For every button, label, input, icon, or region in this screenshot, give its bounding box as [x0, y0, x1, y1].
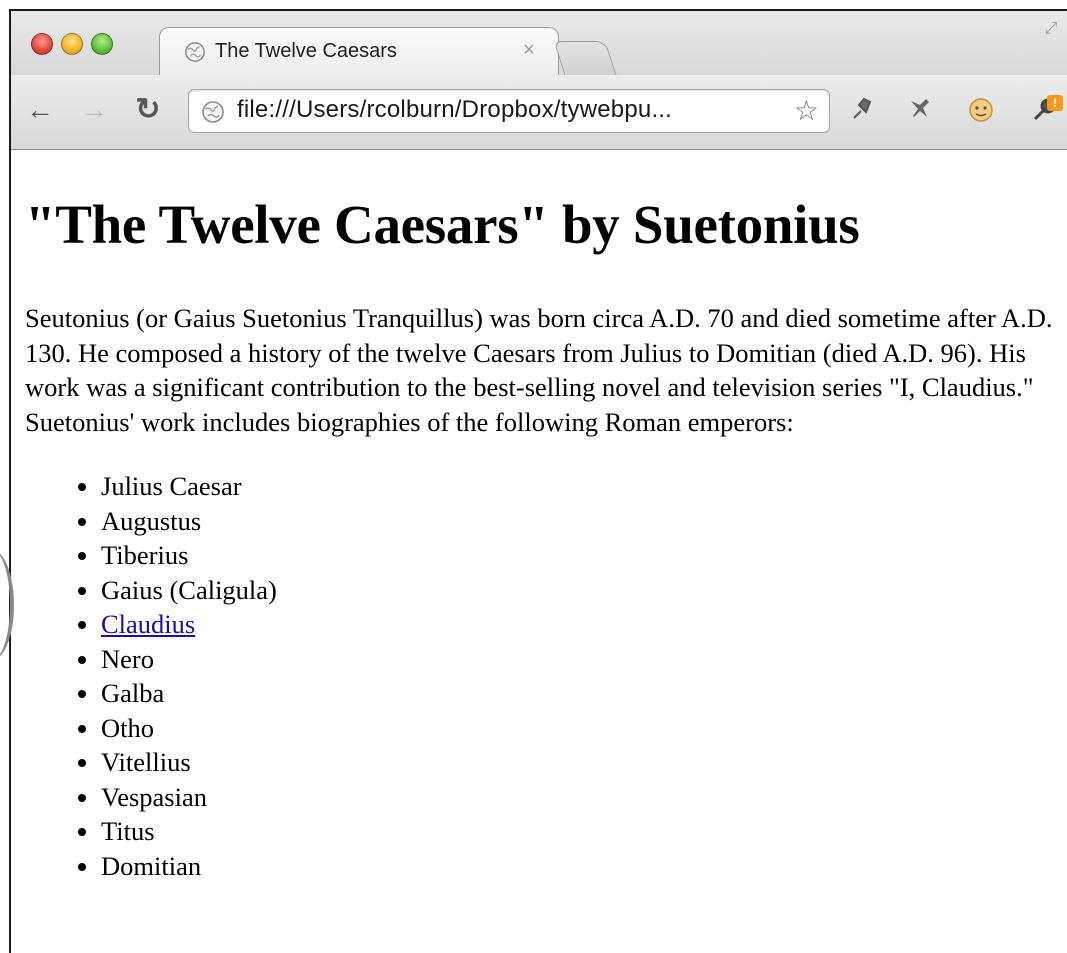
list-item: Titus — [101, 814, 1067, 849]
list-item: Claudius — [101, 607, 1067, 642]
emperor-name: Julius Caesar — [101, 471, 242, 501]
browser-tab[interactable]: The Twelve Caesars × — [159, 27, 559, 75]
emperor-list: Julius Caesar Augustus Tiberius Gaius (C… — [25, 469, 1067, 883]
emperor-name: Titus — [101, 816, 155, 846]
close-window-button[interactable] — [31, 33, 53, 55]
list-item: Tiberius — [101, 538, 1067, 573]
emperor-name: Domitian — [101, 850, 202, 881]
list-item: Galba — [101, 676, 1067, 711]
list-item: Nero — [101, 642, 1067, 677]
emperor-name: Nero — [101, 643, 154, 674]
browser-chrome: The Twelve Caesars × ⤢ ← → ↻ file:///Use… — [11, 11, 1067, 150]
window-controls — [31, 33, 113, 55]
url-text[interactable]: file:///Users/rcolburn/Dropbox/tywebpu..… — [237, 96, 672, 124]
pushpin-icon[interactable] — [903, 93, 939, 129]
extension-face-icon — [969, 98, 993, 122]
new-tab-button[interactable] — [553, 41, 617, 75]
list-item: Vespasian — [101, 780, 1067, 815]
reload-icon[interactable]: ↻ — [131, 93, 165, 127]
globe-icon — [185, 42, 205, 62]
page-heading: "The Twelve Caesars" by Suetonius — [25, 194, 860, 255]
pin-icon[interactable] — [845, 93, 881, 129]
page-content: "The Twelve Caesars" by Suetonius Seuton… — [25, 149, 1067, 953]
emperor-name: Galba — [101, 678, 165, 708]
list-item: Julius Caesar — [101, 469, 1067, 504]
address-bar[interactable]: file:///Users/rcolburn/Dropbox/tywebpu..… — [188, 89, 830, 133]
emperor-name: Vitellius — [101, 747, 191, 777]
zoom-window-button[interactable] — [91, 33, 113, 55]
list-item: Otho — [101, 711, 1067, 746]
tab-title: The Twelve Caesars — [215, 40, 397, 62]
star-icon[interactable]: ☆ — [794, 95, 819, 127]
fullscreen-icon[interactable]: ⤢ — [1041, 19, 1061, 39]
browser-window: The Twelve Caesars × ⤢ ← → ↻ file:///Use… — [9, 9, 1067, 953]
pin-shape-icon — [853, 97, 872, 119]
list-item: Gaius (Caligula) — [101, 573, 1067, 608]
emperor-name: Vespasian — [101, 781, 207, 812]
list-item: Augustus — [101, 504, 1067, 539]
toolbar: ← → ↻ file:///Users/rcolburn/Dropbox/tyw… — [11, 75, 1067, 149]
pushpin-shape-icon — [911, 99, 929, 117]
claudius-link[interactable]: Claudius — [101, 609, 195, 639]
back-arrow-icon[interactable]: ← — [23, 93, 57, 127]
forward-arrow-icon[interactable]: → — [77, 93, 111, 127]
emperor-name: Augustus — [101, 505, 202, 536]
tab-close-icon[interactable]: × — [518, 39, 540, 61]
list-item: Vitellius — [101, 745, 1067, 780]
list-item: Domitian — [101, 849, 1067, 884]
update-badge-icon: ! — [1047, 95, 1063, 111]
emperor-name: Gaius (Caligula) — [101, 574, 277, 605]
emperor-name: Otho — [101, 712, 154, 743]
intro-paragraph: Seutonius (or Gaius Suetonius Tranquillu… — [25, 303, 1053, 437]
extension-icon[interactable] — [963, 93, 999, 129]
globe-icon — [202, 101, 224, 123]
minimize-window-button[interactable] — [61, 33, 83, 55]
emperor-name: Tiberius — [101, 540, 189, 570]
